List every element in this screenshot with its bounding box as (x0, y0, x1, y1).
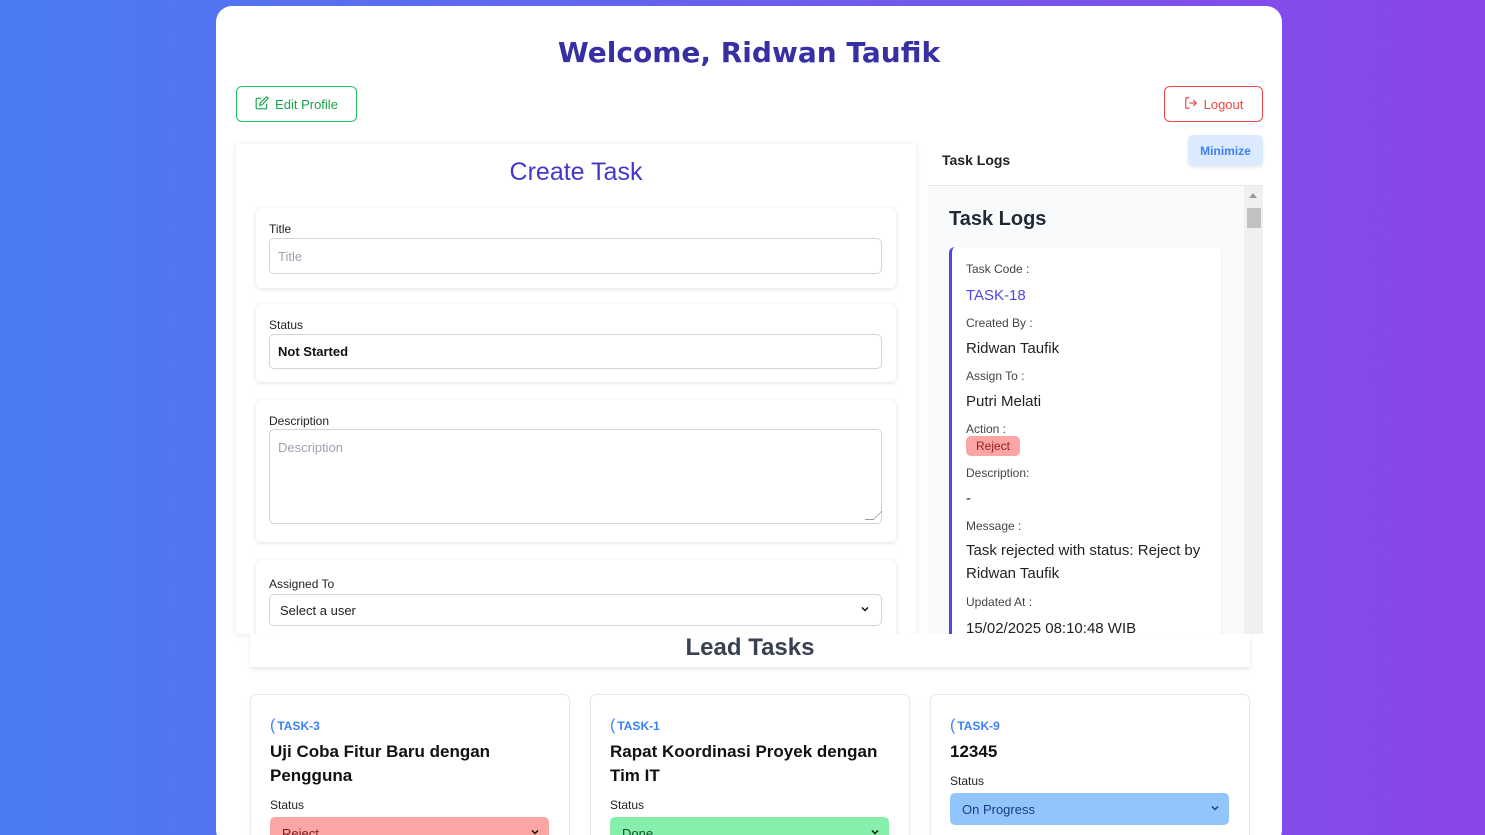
lead-tasks-title: Lead Tasks (250, 634, 1250, 667)
chevron-down-icon (529, 826, 541, 835)
description-textarea[interactable]: Description (269, 429, 883, 524)
task-status-value: On Progress (962, 801, 1035, 817)
title-input[interactable]: Title (269, 238, 882, 274)
page-title: Welcome, Ridwan Taufik (557, 36, 941, 69)
assign-to-value: Putri Melati (966, 393, 1042, 410)
task-code-label: Task Code : (966, 262, 1030, 276)
task-logs-panel: Task Logs Task Logs Task Code : TASK-18 … (928, 144, 1263, 634)
edit-profile-button[interactable]: Edit Profile (236, 86, 357, 122)
task-code-text: TASK-1 (617, 719, 660, 733)
message-value: Task rejected with status: Reject by Rid… (966, 542, 1201, 582)
logout-icon (1184, 96, 1198, 113)
task-code: ( TASK-9 (950, 717, 1000, 735)
log-entry: Task Code : TASK-18 Created By : Ridwan … (949, 247, 1221, 634)
task-code-text: TASK-9 (957, 719, 1000, 733)
logs-scrollbar[interactable] (1244, 186, 1263, 634)
description-field-card: Description Description (256, 400, 896, 542)
task-status-select[interactable]: Done (610, 817, 889, 835)
resize-handle-icon[interactable] (864, 511, 883, 520)
assigned-label: Assigned To (269, 577, 335, 591)
edit-icon (255, 96, 269, 113)
description-label: Description (269, 414, 330, 428)
create-task-panel: Create Task Title Title Status Not Start… (236, 144, 916, 634)
task-status-label: Status (950, 774, 985, 788)
task-title: Rapat Koordinasi Proyek dengan Tim IT (610, 742, 878, 785)
task-status-select[interactable]: Reject (270, 817, 549, 835)
task-logs-body-title: Task Logs (949, 208, 1047, 230)
task-card[interactable]: ( TASK-9 12345 Status On Progress (930, 694, 1250, 835)
task-status-label: Status (610, 798, 645, 812)
updated-at-value: 15/02/2025 08:10:48 WIB (966, 620, 1137, 634)
task-card[interactable]: ( TASK-1 Rapat Koordinasi Proyek dengan … (590, 694, 910, 835)
assigned-field-card: Assigned To Select a user (256, 560, 896, 634)
loading-spinner-icon: ( (610, 717, 616, 734)
loading-spinner-icon: ( (270, 717, 276, 734)
task-code-text: TASK-3 (277, 719, 320, 733)
assigned-select[interactable]: Select a user (269, 594, 882, 626)
task-code-value: TASK-18 (966, 287, 1026, 304)
log-description-value: - (966, 490, 971, 507)
title-label: Title (269, 222, 292, 236)
task-title: Uji Coba Fitur Baru dengan Pengguna (270, 742, 491, 785)
action-label: Action : (966, 422, 1007, 436)
chevron-down-icon (1209, 802, 1221, 817)
minimize-button[interactable]: Minimize (1188, 135, 1263, 166)
message-label: Message : (966, 519, 1022, 533)
updated-at-label: Updated At : (966, 595, 1033, 609)
action-badge: Reject (966, 436, 1021, 456)
main-card: Welcome, Ridwan Taufik Edit Profile Logo… (216, 6, 1282, 835)
assigned-select-value: Select a user (280, 602, 356, 618)
task-code: ( TASK-1 (610, 717, 660, 735)
task-logs-header-title: Task Logs (942, 152, 1011, 168)
task-card[interactable]: ( TASK-3 Uji Coba Fitur Baru dengan Peng… (250, 694, 570, 835)
description-placeholder: Description (278, 440, 344, 455)
assign-to-label: Assign To : (966, 369, 1025, 383)
status-label: Status (269, 318, 304, 332)
scroll-thumb[interactable] (1247, 208, 1261, 228)
create-task-title: Create Task (509, 158, 643, 186)
task-status-value: Reject (282, 825, 319, 835)
created-by-value: Ridwan Taufik (966, 340, 1060, 357)
status-input[interactable]: Not Started (269, 334, 882, 369)
task-status-select[interactable]: On Progress (950, 793, 1229, 825)
task-title: 12345 (950, 742, 998, 761)
scroll-up-icon[interactable] (1249, 193, 1257, 198)
edit-profile-label: Edit Profile (275, 96, 338, 112)
chevron-down-icon (859, 603, 871, 618)
task-status-value: Done (622, 825, 654, 835)
loading-spinner-icon: ( (950, 717, 956, 734)
chevron-down-icon (869, 826, 881, 835)
logout-button[interactable]: Logout (1164, 86, 1263, 122)
task-status-label: Status (270, 798, 305, 812)
status-field-card: Status Not Started (256, 304, 896, 382)
log-description-label: Description: (966, 466, 1030, 480)
task-code: ( TASK-3 (270, 717, 320, 735)
logout-label: Logout (1203, 96, 1244, 112)
title-field-card: Title Title (256, 208, 896, 288)
created-by-label: Created By : (966, 316, 1033, 330)
